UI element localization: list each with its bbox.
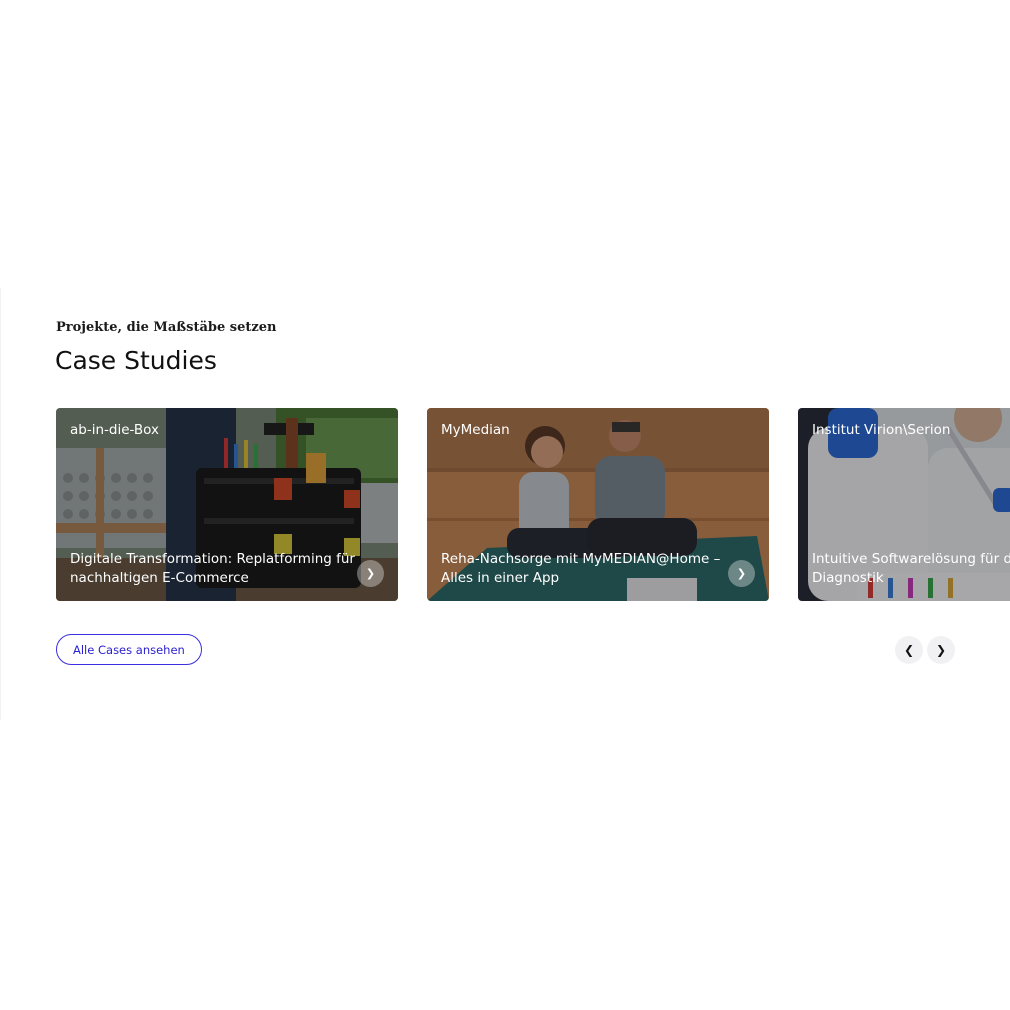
- case-card-ab-in-die-box[interactable]: ab-in-die-Box Digitale Transformation: R…: [56, 408, 398, 601]
- case-description: Reha-Nachsorge mit MyMEDIAN@Home – Alles…: [441, 551, 721, 586]
- chevron-right-icon: ❯: [935, 643, 947, 657]
- case-carousel: ab-in-die-Box Digitale Transformation: R…: [56, 408, 1010, 602]
- case-client-name: Institut Virion\Serion: [812, 422, 951, 438]
- chevron-right-icon[interactable]: ❯: [357, 560, 384, 587]
- case-card-mymedian[interactable]: MyMedian Reha-Nachsorge mit MyMEDIAN@Hom…: [427, 408, 769, 601]
- case-card-institut-virion-serion[interactable]: Institut Virion\Serion Intuitive Softwar…: [798, 408, 1010, 601]
- case-client-name: ab-in-die-Box: [70, 422, 160, 438]
- section-title: Case Studies: [55, 346, 217, 375]
- all-cases-button[interactable]: Alle Cases ansehen: [56, 634, 202, 665]
- case-description: Digitale Transformation: Replatforming f…: [70, 551, 355, 586]
- chevron-right-icon[interactable]: ❯: [728, 560, 755, 587]
- carousel-prev-button[interactable]: ❮: [895, 636, 923, 664]
- case-client-name: MyMedian: [441, 422, 510, 438]
- chevron-left-icon: ❮: [903, 643, 915, 657]
- carousel-next-button[interactable]: ❯: [927, 636, 955, 664]
- section-eyebrow: Projekte, die Maßstäbe setzen: [56, 320, 277, 335]
- case-studies-section: Projekte, die Maßstäbe setzen Case Studi…: [0, 288, 1010, 720]
- case-description: Intuitive Softwarelösung für die sche Di…: [812, 551, 1010, 586]
